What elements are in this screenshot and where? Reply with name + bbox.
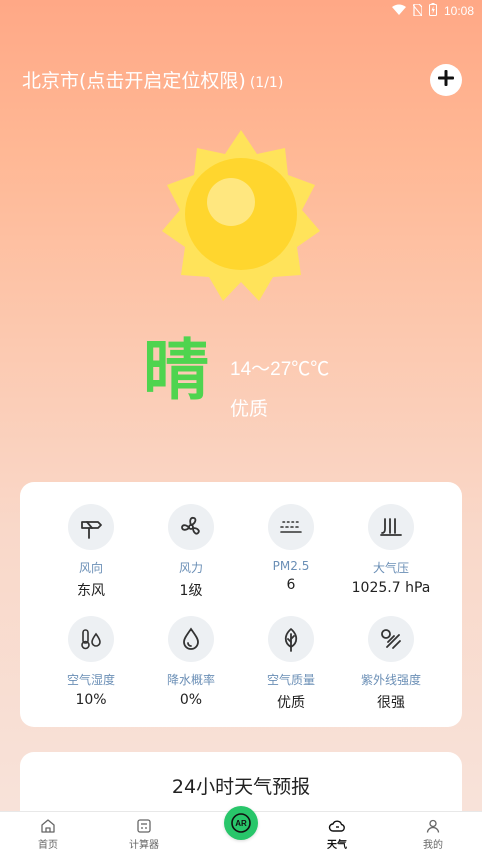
pressure-icon — [368, 504, 414, 550]
detail-label: 降水概率 — [166, 673, 215, 687]
add-city-button[interactable] — [430, 64, 462, 96]
detail-wind-direction: 风向 东风 — [36, 504, 146, 600]
detail-value: 优质 — [277, 695, 305, 711]
home-icon — [18, 818, 78, 834]
ar-icon: AR — [231, 813, 251, 833]
tab-weather[interactable]: 天气 — [307, 818, 367, 851]
detail-label: 空气湿度 — [66, 673, 115, 687]
sunny-weather-icon — [155, 130, 327, 302]
detail-wind-force: 风力 1级 — [136, 504, 246, 600]
clock: 10:08 — [443, 4, 474, 18]
air-quality-text: 优质 — [230, 398, 269, 420]
detail-value: 很强 — [377, 695, 405, 711]
cloud-icon — [307, 818, 367, 834]
detail-value: 0% — [179, 692, 203, 708]
fan-icon — [168, 504, 214, 550]
status-bar: 10:08 — [0, 0, 482, 22]
detail-value: 1级 — [179, 583, 203, 599]
leaf-icon — [268, 616, 314, 662]
detail-value: 东风 — [77, 583, 105, 599]
weather-details-card: 风向 东风 风力 1级 PM2.5 6 大气压 1025.7 hPa 空气湿度 … — [20, 482, 462, 727]
detail-value: 1025.7 hPa — [351, 580, 431, 596]
profile-icon — [403, 818, 463, 834]
wind-direction-icon — [68, 504, 114, 550]
detail-label: 紫外线强度 — [360, 673, 421, 687]
uv-icon — [368, 616, 414, 662]
forecast-title: 24小时天气预报 — [171, 776, 311, 798]
detail-value: 10% — [75, 692, 107, 708]
detail-label: 风力 — [178, 561, 203, 575]
detail-uv: 紫外线强度 很强 — [336, 616, 446, 712]
bottom-tab-bar: 首页 计算器 AR 天气 我的 — [0, 806, 482, 856]
tab-profile[interactable]: 我的 — [403, 818, 463, 851]
raindrop-icon — [168, 616, 214, 662]
no-sim-icon — [412, 2, 423, 19]
city-page-count: (1/1) — [249, 75, 284, 91]
detail-label: 空气质量 — [266, 673, 315, 687]
plus-icon — [437, 69, 455, 91]
battery-icon — [428, 3, 437, 19]
detail-label: PM2.5 — [272, 559, 310, 573]
city-name: 北京市(点击开启定位权限) — [22, 70, 246, 92]
tab-label: 我的 — [423, 840, 443, 851]
detail-humidity: 空气湿度 10% — [36, 616, 146, 708]
weather-condition: 晴 — [143, 332, 209, 409]
detail-pressure: 大气压 1025.7 hPa — [336, 504, 446, 596]
tab-label: 天气 — [327, 840, 347, 851]
detail-value: 6 — [286, 577, 296, 593]
detail-precipitation: 降水概率 0% — [136, 616, 246, 708]
detail-label: 风向 — [78, 561, 103, 575]
humidity-icon — [68, 616, 114, 662]
detail-label: 大气压 — [372, 561, 409, 575]
detail-air-quality: 空气质量 优质 — [236, 616, 346, 712]
detail-pm25: PM2.5 6 — [236, 504, 346, 593]
ar-icon-label: AR — [235, 819, 247, 828]
tab-home[interactable]: 首页 — [18, 818, 78, 851]
temperature-range: 14～27℃℃ — [230, 359, 330, 380]
calculator-icon — [114, 818, 174, 834]
tab-ar[interactable]: AR — [224, 806, 258, 840]
city-selector[interactable]: 北京市(点击开启定位权限) (1/1) — [22, 66, 283, 93]
tab-label: 首页 — [38, 840, 58, 851]
pm25-icon — [268, 504, 314, 550]
tab-label: 计算器 — [129, 840, 159, 851]
wifi-icon — [391, 4, 406, 18]
tab-calculator[interactable]: 计算器 — [114, 818, 174, 851]
